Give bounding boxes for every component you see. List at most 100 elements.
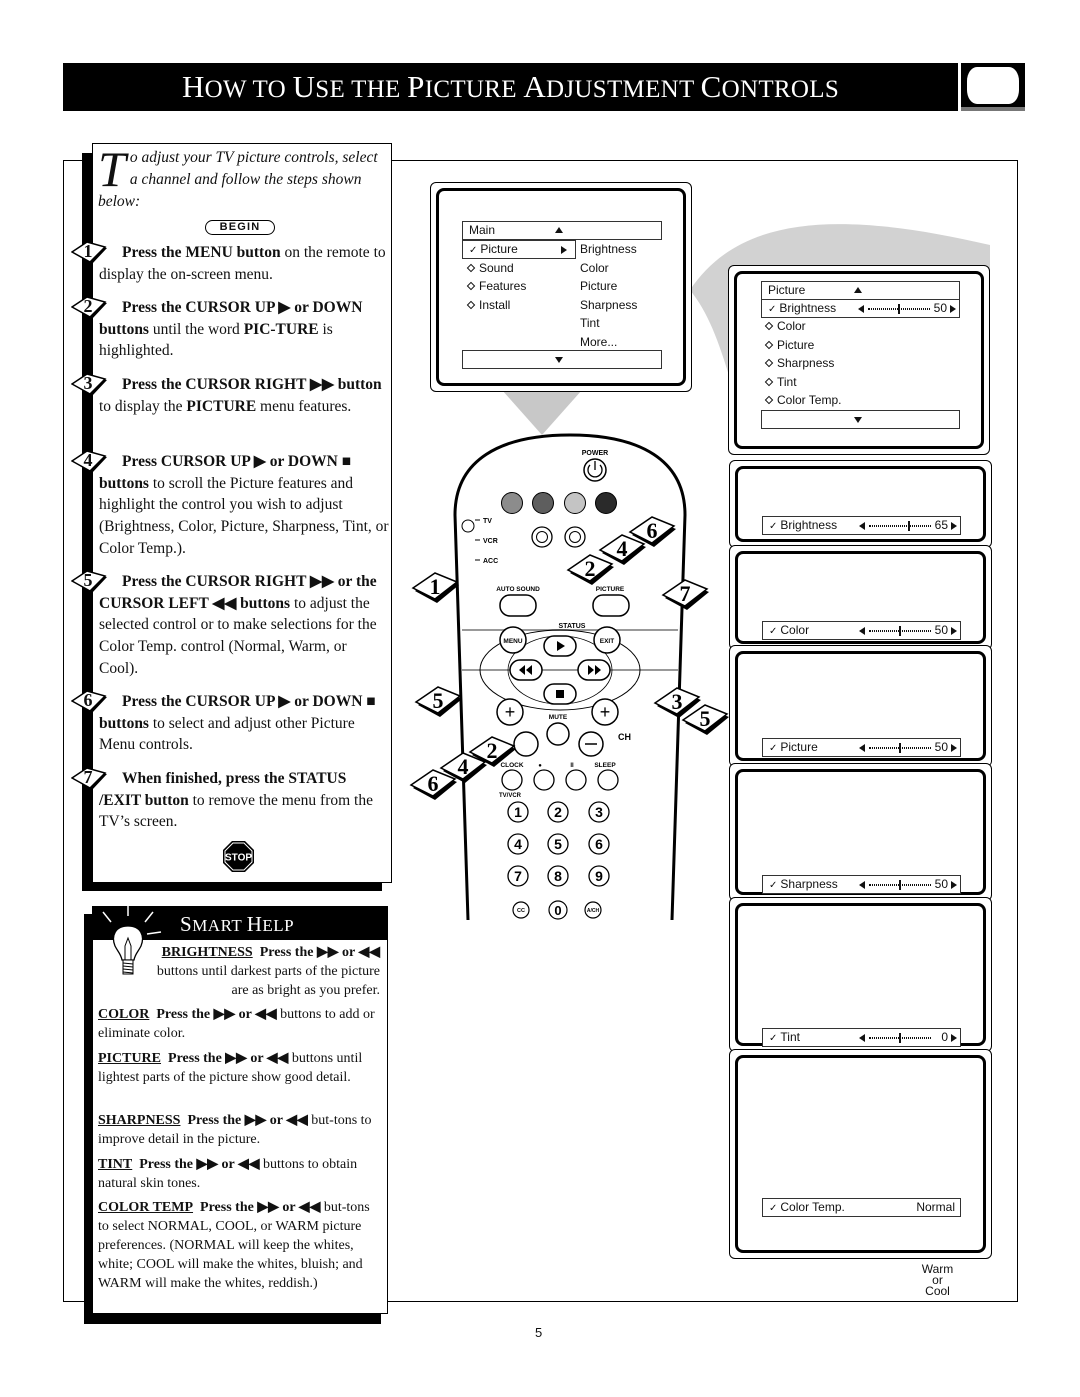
step-callout-badge: 5 — [414, 686, 462, 717]
red-button[interactable] — [501, 492, 523, 514]
adjust-row[interactable]: ✓ Picture 50 — [762, 738, 961, 757]
increase-arrow-icon — [950, 305, 956, 313]
picture-menu-item[interactable]: Sharpness — [764, 354, 834, 372]
sleep-button[interactable] — [597, 769, 619, 791]
digit-1-button[interactable]: 1 — [507, 801, 529, 823]
svg-text:CH: CH — [618, 732, 631, 742]
svg-text:TV/VCR: TV/VCR — [499, 793, 522, 799]
step-2: 2 Press the CURSOR UP ▶ or DOWN buttons u… — [71, 296, 389, 362]
adjust-row[interactable]: ✓ Color 50 — [762, 621, 961, 640]
level-slider[interactable] — [869, 1033, 931, 1043]
clock-button[interactable] — [501, 769, 523, 791]
diamond-bullet-icon — [764, 396, 774, 405]
volume-down-button[interactable] — [513, 731, 539, 757]
main-menu-header: Main — [462, 221, 662, 240]
submenu-item[interactable]: Color — [580, 259, 609, 277]
level-value: 65 — [934, 518, 948, 532]
submenu-item[interactable]: More... — [580, 333, 617, 351]
adjust-row[interactable]: ✓ Brightness 65 — [762, 516, 961, 535]
submenu-arrow-icon — [561, 246, 567, 254]
level-slider[interactable] — [869, 880, 931, 890]
pause-button[interactable] — [565, 769, 587, 791]
submenu-item[interactable]: Sharpness — [580, 296, 637, 314]
adjust-row[interactable]: ✓ Color Temp. Normal — [762, 1198, 961, 1217]
main-menu-item-features[interactable]: Features — [466, 277, 526, 295]
stop-icon: STOP — [223, 841, 254, 872]
picture-menu-item[interactable]: Picture — [764, 336, 814, 354]
svg-text:+: + — [505, 702, 516, 722]
level-value: 50 — [934, 740, 948, 754]
scroll-up-icon — [854, 287, 862, 293]
intro-text: To adjust your TV picture controls, sele… — [98, 144, 388, 213]
ach-button[interactable]: A/CH — [584, 901, 602, 919]
adjust-row[interactable]: ✓ Sharpness 50 — [762, 875, 961, 894]
digit-9-button[interactable]: 9 — [588, 865, 610, 887]
svg-text:CC: CC — [517, 908, 525, 914]
level-value: 50 — [934, 623, 948, 637]
adjust-row[interactable]: ✓ Tint 0 — [762, 1028, 961, 1047]
svg-text:II: II — [570, 763, 574, 769]
auto-picture-button[interactable] — [592, 594, 630, 617]
picture-menu-item-brightness[interactable]: ✓ Brightness 50 — [761, 299, 960, 318]
level-slider[interactable] — [868, 304, 930, 314]
svg-text:MUTE: MUTE — [549, 714, 568, 721]
digit-8-button[interactable]: 8 — [547, 865, 569, 887]
decrease-arrow-icon — [859, 627, 865, 635]
setting-value: Normal — [916, 1200, 955, 1214]
step-4: 4 Press CURSOR UP ▶ or DOWN ■ buttons to … — [71, 450, 389, 560]
smart-help-item: COLOR Press the ▶▶ or ◀◀ buttons to add … — [98, 1007, 375, 1041]
page-number: 5 — [535, 1325, 543, 1340]
picture-menu-item[interactable]: Color Temp. — [764, 391, 841, 409]
blue-button[interactable] — [595, 492, 617, 514]
submenu-item[interactable]: Picture — [580, 277, 617, 295]
svg-text:2: 2 — [554, 804, 562, 820]
digit-4-button[interactable]: 4 — [507, 833, 529, 855]
auto-sound-button[interactable] — [499, 594, 537, 617]
smart-help-item: COLOR TEMP Press the ▶▶ or ◀◀ but-tons t… — [98, 1200, 370, 1291]
svg-text:4: 4 — [458, 754, 469, 779]
main-menu-item-picture[interactable]: ✓ Picture — [462, 240, 576, 259]
picture-menu-item[interactable]: Color — [764, 317, 806, 335]
check-icon: ✓ — [769, 1033, 778, 1044]
level-slider[interactable] — [869, 521, 931, 531]
diamond-bullet-icon — [466, 300, 476, 309]
decrease-arrow-icon — [859, 881, 865, 889]
submenu-item[interactable]: Brightness — [580, 240, 637, 258]
remote-control: POWER TV VCR ACC AUTO SOUND PICTURE MENU… — [409, 433, 729, 921]
svg-text:6: 6 — [595, 836, 603, 852]
power-label: POWER — [582, 450, 608, 457]
cc-button[interactable]: CC — [512, 901, 530, 919]
green-button[interactable] — [532, 492, 554, 514]
svg-text:1: 1 — [430, 574, 441, 599]
main-menu-footer — [462, 350, 662, 369]
svg-text:8: 8 — [554, 868, 562, 884]
mute-button[interactable] — [546, 722, 570, 746]
svg-text:ACC: ACC — [483, 558, 498, 565]
svg-text:VCR: VCR — [483, 538, 498, 545]
diamond-bullet-icon — [764, 377, 774, 387]
smart-picture-sad-button[interactable] — [564, 526, 586, 548]
digit-3-button[interactable]: 3 — [588, 801, 610, 823]
power-button[interactable] — [583, 458, 607, 482]
step-1: 1 Press the MENU button on the remote to … — [71, 241, 389, 285]
digit-0-button[interactable]: 0 — [548, 900, 568, 920]
main-menu-item-sound[interactable]: Sound — [466, 259, 514, 277]
svg-text:STATUS: STATUS — [559, 623, 586, 630]
level-slider[interactable] — [869, 626, 931, 636]
smart-picture-happy-button[interactable] — [531, 526, 553, 548]
svg-text:1: 1 — [514, 804, 522, 820]
digit-7-button[interactable]: 7 — [507, 865, 529, 887]
check-icon: ✓ — [769, 1203, 778, 1214]
digit-2-button[interactable]: 2 — [547, 801, 569, 823]
record-button[interactable] — [533, 769, 555, 791]
level-slider[interactable] — [869, 743, 931, 753]
mode-switch[interactable] — [461, 519, 475, 533]
smart-help-item: TINT Press the ▶▶ or ◀◀ buttons to obtai… — [98, 1157, 358, 1191]
submenu-item[interactable]: Tint — [580, 314, 600, 332]
yellow-button[interactable] — [564, 492, 586, 514]
main-menu-item-install[interactable]: Install — [466, 296, 510, 314]
step-number-badge: 5 — [71, 570, 111, 593]
digit-5-button[interactable]: 5 — [547, 833, 569, 855]
digit-6-button[interactable]: 6 — [588, 833, 610, 855]
picture-menu-item[interactable]: Tint — [764, 373, 797, 391]
